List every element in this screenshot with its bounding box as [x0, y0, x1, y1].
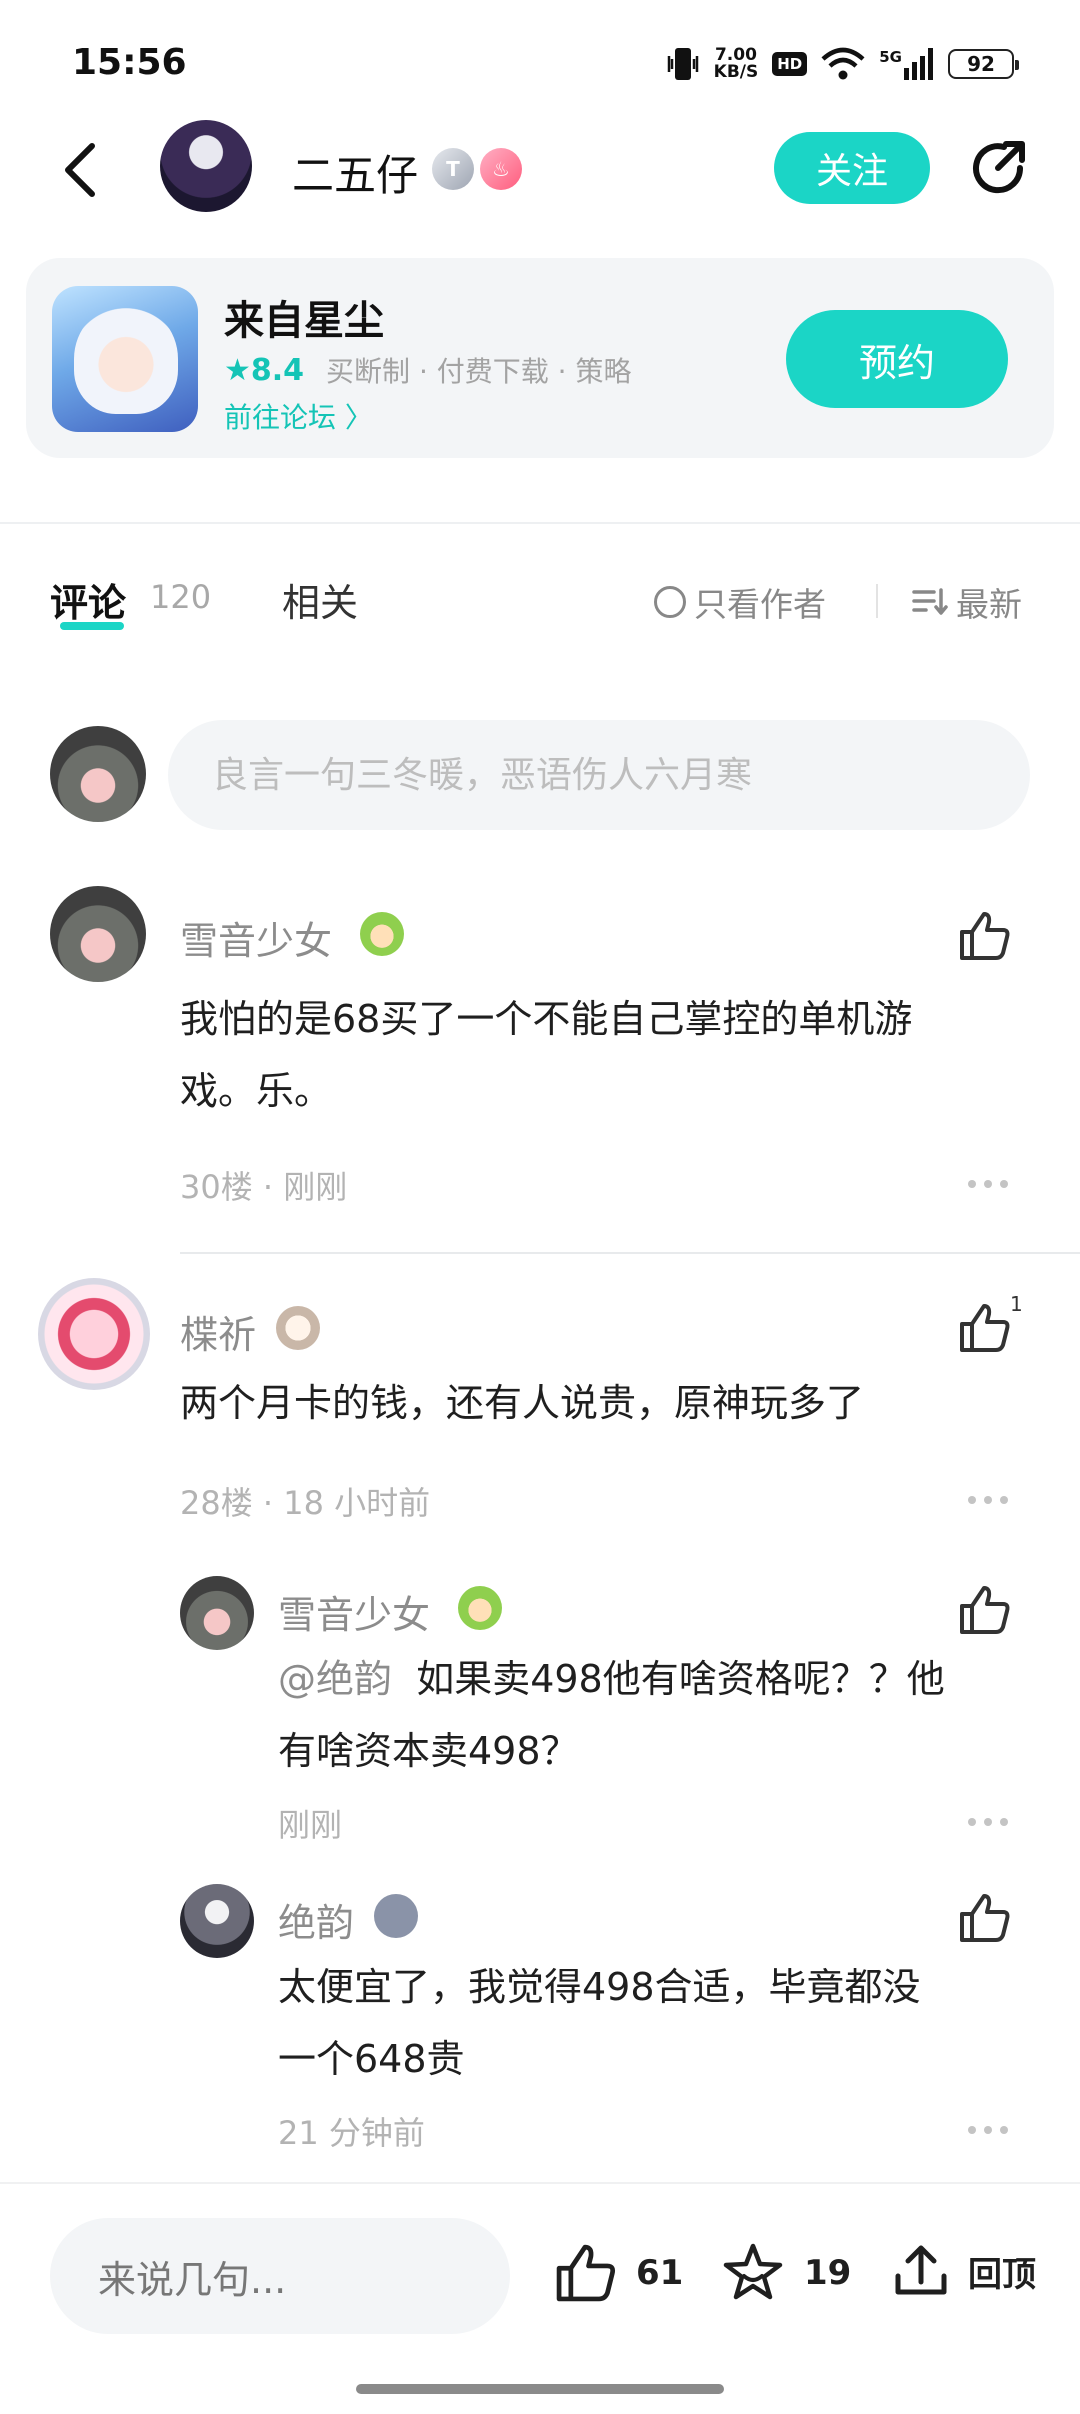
thumbs-up-icon: [960, 1304, 1010, 1352]
thumbs-up-icon: [556, 2244, 616, 2302]
game-tags: 买断制 · 付费下载 · 策略: [326, 355, 632, 388]
chevron-left-icon: [65, 143, 95, 197]
radio-circle-icon: [654, 586, 686, 618]
reply-author-name[interactable]: 雪音少女: [278, 1584, 430, 1639]
bottom-comment-input[interactable]: 来说几句...: [50, 2218, 510, 2334]
game-meta: ★8.4 买断制 · 付费下载 · 策略: [224, 350, 631, 390]
level-badge-icon: T: [432, 148, 474, 190]
reply-text-line: 有啥资本卖498？: [278, 1729, 579, 1773]
star-icon: [723, 2243, 783, 2300]
status-icons: 7.00 KB/S HD 5G 92: [666, 42, 1019, 86]
mention-link[interactable]: @绝韵: [278, 1657, 392, 1701]
reply-text-line: @绝韵 如果卖498他有啥资格呢？？他: [278, 1642, 945, 1716]
comment-item: 雪音少女 我怕的是68买了一个不能自己掌控的单机游 戏。乐。 30楼 · 刚刚: [0, 880, 1080, 1240]
like-button[interactable]: [956, 1890, 1012, 1946]
fire-badge-icon: ♨: [480, 148, 522, 190]
reply-author-name[interactable]: 绝韵: [278, 1892, 354, 1947]
author-name[interactable]: 二五仔: [292, 142, 418, 203]
filter-separator: [876, 584, 878, 618]
wifi-icon: [821, 47, 865, 80]
comment-tabs: 评论 120 相关 只看作者 最新: [0, 560, 1080, 640]
author-only-toggle[interactable]: 只看作者: [654, 578, 826, 626]
post-header: 二五仔 T ♨ 关注: [0, 120, 1080, 220]
favorite-count: 19: [804, 2253, 852, 2293]
sort-button[interactable]: 最新: [912, 578, 1022, 626]
section-divider: [0, 522, 1080, 524]
tab-related[interactable]: 相关: [282, 572, 358, 627]
thumbs-up-icon: [960, 1586, 1010, 1634]
battery-indicator: 92: [948, 49, 1019, 79]
comment-meta: 28楼 · 18 小时前: [180, 1484, 431, 1522]
more-options-icon[interactable]: [966, 1178, 1010, 1190]
comment-item: 楪祈 1 两个月卡的钱，还有人说贵，原神玩多了 28楼 · 18 小时前 雪音少…: [0, 1270, 1080, 2170]
post-like-button[interactable]: 61: [552, 2240, 683, 2306]
net-speed-unit: KB/S: [713, 62, 759, 82]
reply-meta: 刚刚: [278, 1806, 343, 1844]
cell-signal: 5G: [879, 48, 934, 80]
hd-badge: HD: [772, 52, 808, 76]
forum-link[interactable]: 前往论坛 〉: [224, 396, 373, 436]
comment-text-line: 两个月卡的钱，还有人说贵，原神玩多了: [180, 1381, 865, 1425]
comment-count: 120: [150, 578, 212, 616]
signal-icon: [904, 48, 933, 80]
favorite-button[interactable]: 19: [720, 2240, 851, 2306]
reserve-button[interactable]: 预约: [786, 310, 1008, 408]
avatar-badge-icon: [276, 1306, 320, 1350]
game-card[interactable]: 来自星尘 ★8.4 买断制 · 付费下载 · 策略 前往论坛 〉 预约: [26, 258, 1054, 458]
game-rating: ★8.4: [224, 352, 305, 388]
thumbs-up-icon: [960, 1894, 1010, 1942]
like-count: 1: [1010, 1292, 1023, 1316]
tab-comments[interactable]: 评论: [50, 572, 126, 627]
more-options-icon[interactable]: [966, 1816, 1010, 1828]
sort-label: 最新: [956, 585, 1022, 624]
home-indicator[interactable]: [356, 2384, 724, 2394]
net-speed: 7.00 KB/S: [714, 47, 759, 81]
share-button[interactable]: [964, 134, 1032, 202]
like-button[interactable]: [956, 908, 1012, 964]
reply-meta: 21 分钟前: [278, 2114, 425, 2152]
author-only-label: 只看作者: [694, 585, 826, 624]
back-button[interactable]: [50, 140, 110, 200]
game-icon[interactable]: [52, 286, 198, 432]
back-to-top-label: 回顶: [968, 2254, 1036, 2295]
more-options-icon[interactable]: [966, 1494, 1010, 1506]
reply-text-line: 一个648贵: [278, 2037, 465, 2081]
commenter-avatar[interactable]: [50, 886, 146, 982]
avatar-badge-icon: [458, 1586, 502, 1630]
comment-input[interactable]: [168, 720, 1030, 830]
thumbs-up-icon: [960, 912, 1010, 960]
reply-avatar[interactable]: [180, 1884, 254, 1958]
reply-text-line: 太便宜了，我觉得498合适，毕竟都没: [278, 1965, 921, 2009]
like-button[interactable]: [956, 1582, 1012, 1638]
reply-text: 如果卖498他有啥资格呢？？他: [416, 1657, 945, 1701]
signal-type: 5G: [879, 48, 902, 66]
tab-active-indicator: [60, 622, 124, 630]
status-bar: 15:56 7.00 KB/S HD 5G 92: [0, 0, 1080, 120]
comment-divider: [180, 1252, 1080, 1254]
commenter-avatar[interactable]: [38, 1278, 150, 1390]
avatar-badge-icon: [360, 912, 404, 956]
commenter-name[interactable]: 雪音少女: [180, 910, 332, 965]
comment-text-line: 我怕的是68买了一个不能自己掌控的单机游: [180, 997, 913, 1041]
comment-text-line: 戏。乐。: [180, 1069, 333, 1113]
reply-avatar[interactable]: [180, 1576, 254, 1650]
my-avatar: [50, 726, 146, 822]
comment-meta: 30楼 · 刚刚: [180, 1168, 348, 1206]
follow-button[interactable]: 关注: [774, 132, 930, 204]
post-like-count: 61: [636, 2253, 684, 2293]
status-time: 15:56: [72, 42, 187, 83]
share-icon: [973, 141, 1025, 194]
commenter-name[interactable]: 楪祈: [180, 1304, 256, 1359]
more-options-icon[interactable]: [966, 2124, 1010, 2136]
game-title[interactable]: 来自星尘: [224, 288, 384, 346]
vibrate-icon: [667, 48, 698, 80]
sort-icon: [912, 588, 948, 615]
back-to-top-button[interactable]: 回顶: [890, 2240, 1036, 2302]
bottom-divider: [0, 2182, 1080, 2184]
like-button[interactable]: [956, 1300, 1012, 1356]
author-avatar[interactable]: [160, 120, 252, 212]
upload-arrow-icon: [895, 2245, 947, 2295]
discord-badge-icon: [374, 1894, 418, 1938]
